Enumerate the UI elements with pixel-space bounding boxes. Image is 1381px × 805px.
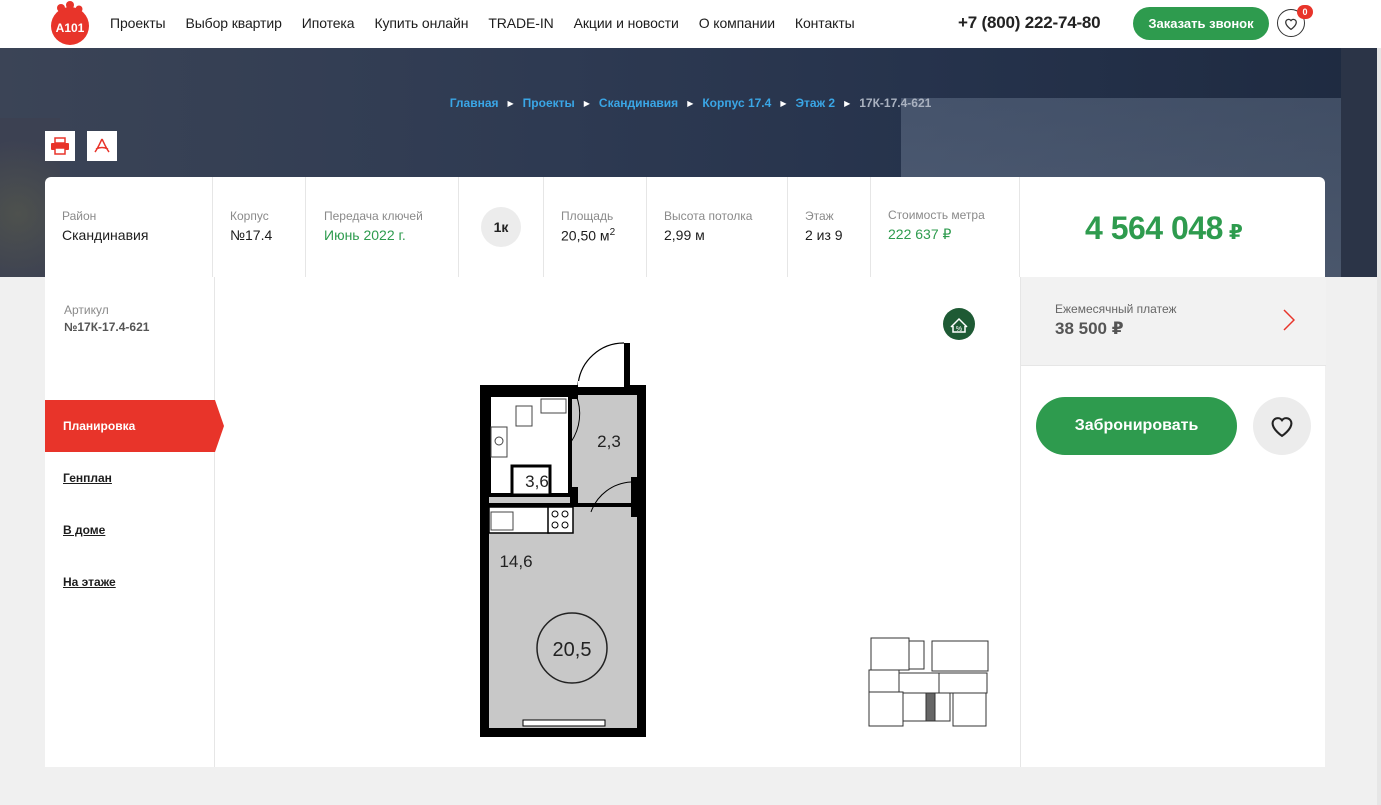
- tab-on-floor[interactable]: На этаже: [45, 556, 215, 608]
- detail-sidebar: Артикул №17К-17.4-621 Планировка Генплан…: [45, 277, 224, 767]
- breadcrumb-separator-icon: ▶: [583, 98, 590, 108]
- rooms-cell: 1к: [459, 177, 544, 277]
- pdf-icon: [94, 138, 110, 153]
- sqm-price-cell: Стоимость метра 222 637 ₽: [871, 177, 1020, 277]
- phone-number[interactable]: +7 (800) 222-74-80: [958, 13, 1101, 33]
- rooms-badge: 1к: [481, 207, 521, 247]
- breadcrumb-home[interactable]: Главная: [450, 96, 499, 110]
- building-cell: Корпус №17.4: [213, 177, 306, 277]
- plan-total-area: 20,5: [553, 639, 592, 661]
- book-button[interactable]: Забронировать: [1036, 397, 1237, 455]
- keys-cell: Передача ключей Июнь 2022 г.: [306, 177, 459, 277]
- floor-label: Этаж: [805, 209, 834, 223]
- district-value: Скандинавия: [62, 227, 149, 243]
- breadcrumb: Главная ▶ Проекты ▶ Скандинавия ▶ Корпус…: [0, 96, 1381, 110]
- finishing-icon[interactable]: %: [943, 308, 975, 340]
- plan-room-living: 14,6: [499, 552, 532, 571]
- site-header: A101 Проекты Выбор квартир Ипотека Купит…: [0, 0, 1381, 48]
- breadcrumb-separator-icon: ▶: [844, 98, 851, 108]
- area-label: Площадь: [561, 209, 614, 223]
- building-label: Корпус: [230, 209, 269, 223]
- tab-in-building-label: В доме: [63, 523, 106, 537]
- nav-item-apartments[interactable]: Выбор квартир: [185, 15, 281, 31]
- hero-building-edge: [1341, 48, 1381, 277]
- article-value: №17К-17.4-621: [64, 320, 150, 334]
- nav-item-trade-in[interactable]: TRADE-IN: [488, 15, 553, 31]
- area-number: 20,50 м: [561, 227, 610, 244]
- add-to-favorites-button[interactable]: [1253, 397, 1311, 455]
- apartment-details: Артикул №17К-17.4-621 Планировка Генплан…: [45, 277, 1326, 767]
- apartment-summary: Район Скандинавия Корпус №17.4 Передача …: [45, 177, 1325, 277]
- favorites-count-badge: 0: [1297, 5, 1313, 19]
- district-cell: Район Скандинавия: [45, 177, 213, 277]
- floor-value: 2 из 9: [805, 227, 843, 243]
- breadcrumb-current: 17К-17.4-621: [859, 96, 932, 110]
- pdf-button[interactable]: [87, 131, 117, 161]
- tab-on-floor-label: На этаже: [63, 575, 116, 589]
- nav-item-news[interactable]: Акции и новости: [574, 15, 679, 31]
- breadcrumb-building[interactable]: Корпус 17.4: [702, 96, 771, 110]
- apartment-plan: 20,5 2,3 3,6 14,6: [480, 342, 646, 737]
- breadcrumb-separator-icon: ▶: [780, 98, 787, 108]
- ceiling-value: 2,99 м: [664, 227, 705, 243]
- nav-item-mortgage[interactable]: Ипотека: [302, 15, 355, 31]
- total-price: 4 564 048 ₽: [1085, 210, 1243, 247]
- nav-item-contacts[interactable]: Контакты: [795, 15, 855, 31]
- district-label: Район: [62, 209, 97, 223]
- tab-in-building[interactable]: В доме: [45, 504, 215, 556]
- sqm-price-label: Стоимость метра: [888, 208, 985, 222]
- printer-icon: [51, 137, 69, 155]
- nav-item-buy-online[interactable]: Купить онлайн: [374, 15, 468, 31]
- article-label: Артикул: [64, 303, 109, 317]
- keys-label: Передача ключей: [324, 209, 423, 223]
- page-scrollbar[interactable]: [1377, 48, 1381, 805]
- breadcrumb-projects[interactable]: Проекты: [523, 96, 575, 110]
- svg-text:A101: A101: [56, 21, 85, 35]
- svg-text:%: %: [956, 326, 962, 333]
- building-value: №17.4: [230, 227, 273, 243]
- chevron-right-icon: [1283, 309, 1295, 331]
- breadcrumb-floor[interactable]: Этаж 2: [795, 96, 835, 110]
- print-button[interactable]: [45, 131, 75, 161]
- ceiling-cell: Высота потолка 2,99 м: [647, 177, 788, 277]
- plan-room-bathroom: 3,6: [525, 472, 549, 491]
- area-cell: Площадь 20,50 м2: [544, 177, 647, 277]
- keys-value: Июнь 2022 г.: [324, 227, 406, 243]
- a101-logo[interactable]: A101: [46, 0, 94, 46]
- floor-plan-area: % 20,5 2,3 3,6 14,6: [216, 277, 1020, 767]
- breadcrumb-separator-icon: ▶: [687, 98, 694, 108]
- breadcrumb-separator-icon: ▶: [507, 98, 514, 108]
- ceiling-label: Высота потолка: [664, 209, 753, 223]
- floor-minimap[interactable]: [868, 637, 989, 727]
- area-unit-sup: 2: [609, 227, 616, 238]
- monthly-payment[interactable]: Ежемесячный платеж 38 500 ₽: [1021, 277, 1326, 366]
- main-nav: Проекты Выбор квартир Ипотека Купить онл…: [110, 0, 875, 46]
- breadcrumb-project[interactable]: Скандинавия: [599, 96, 678, 110]
- currency-symbol: ₽: [1228, 222, 1243, 244]
- nav-item-projects[interactable]: Проекты: [110, 15, 166, 31]
- heart-icon: [1271, 416, 1293, 437]
- monthly-payment-label: Ежемесячный платеж: [1055, 302, 1177, 316]
- tab-site-plan[interactable]: Генплан: [45, 452, 215, 504]
- floor-plan-drawing: % 20,5 2,3 3,6 14,6: [480, 308, 989, 737]
- total-price-value: 4 564 048: [1085, 210, 1223, 246]
- floor-cell: Этаж 2 из 9: [788, 177, 871, 277]
- plan-room-hall: 2,3: [597, 432, 621, 451]
- monthly-payment-value: 38 500 ₽: [1055, 319, 1124, 338]
- purchase-panel: Ежемесячный платеж 38 500 ₽ Забронироват…: [1020, 277, 1326, 767]
- nav-item-about[interactable]: О компании: [699, 15, 775, 31]
- heart-icon: [1285, 18, 1297, 30]
- sqm-price-value: 222 637 ₽: [888, 226, 952, 242]
- tab-layout[interactable]: Планировка: [45, 400, 224, 452]
- area-value: 20,50 м2: [561, 227, 646, 244]
- order-call-button[interactable]: Заказать звонок: [1133, 7, 1269, 40]
- tab-site-plan-label: Генплан: [63, 471, 112, 485]
- tab-layout-label: Планировка: [63, 419, 136, 433]
